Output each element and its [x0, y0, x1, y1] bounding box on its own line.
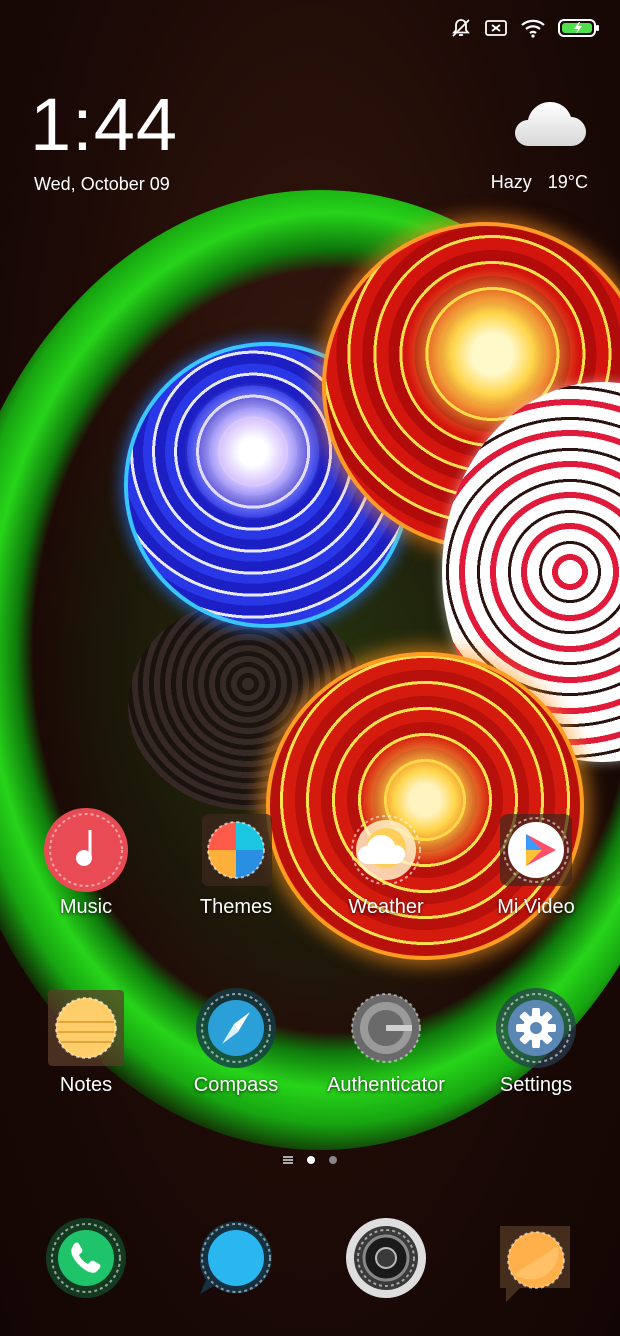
page-dot-1[interactable]: [307, 1156, 315, 1164]
messaging-icon: [199, 1221, 272, 1294]
sim-off-icon: [485, 20, 507, 36]
page-dot-2[interactable]: [329, 1156, 337, 1164]
camera-icon: [346, 1218, 426, 1298]
battery-charging-icon: [558, 19, 599, 37]
menu-lines-icon[interactable]: [283, 1156, 293, 1164]
authenticator-icon: [344, 986, 428, 1070]
play-icon: [494, 808, 578, 892]
notes-icon: [44, 986, 128, 1070]
app-label: Weather: [348, 896, 424, 918]
browser-icon: [500, 1226, 570, 1302]
gear-icon: [494, 986, 578, 1070]
app-mi-video[interactable]: Mi Video: [466, 808, 606, 919]
app-label: Themes: [199, 896, 273, 918]
page-indicator[interactable]: [0, 1156, 620, 1164]
weather-summary[interactable]: Hazy 19°C: [491, 172, 588, 193]
app-notes[interactable]: Notes: [16, 986, 156, 1097]
wallpaper: [0, 0, 620, 1336]
app-label: Mi Video: [497, 896, 575, 918]
weather-condition: Hazy: [490, 172, 532, 192]
app-weather[interactable]: Weather: [316, 808, 456, 919]
app-settings[interactable]: Settings: [466, 986, 606, 1097]
phone-icon: [46, 1218, 126, 1298]
music-icon: [44, 808, 128, 892]
app-label: Compass: [193, 1074, 279, 1096]
app-label: Music: [59, 896, 113, 918]
weather-temperature: 19°C: [547, 172, 588, 192]
dock-browser[interactable]: [494, 1222, 578, 1306]
themes-icon: [194, 808, 278, 892]
clock-time[interactable]: 1:44: [30, 88, 178, 162]
dock-phone[interactable]: [44, 1216, 128, 1300]
app-compass[interactable]: Compass: [166, 986, 306, 1097]
dock-camera[interactable]: [344, 1216, 428, 1300]
notifications-muted-icon: [452, 19, 470, 37]
cloud-icon[interactable]: [513, 98, 589, 150]
weather-icon: [344, 808, 428, 892]
status-bar: [450, 14, 600, 42]
app-music[interactable]: Music: [16, 808, 156, 919]
app-themes[interactable]: Themes: [166, 808, 306, 919]
wifi-icon: [521, 19, 545, 38]
clock-date[interactable]: Wed, October 09: [34, 174, 170, 195]
app-label: Authenticator: [327, 1074, 445, 1096]
app-authenticator[interactable]: Authenticator: [316, 986, 456, 1097]
app-label: Settings: [499, 1074, 573, 1096]
app-label: Notes: [59, 1074, 113, 1096]
compass-icon: [194, 986, 278, 1070]
dock-messaging[interactable]: [194, 1216, 278, 1300]
